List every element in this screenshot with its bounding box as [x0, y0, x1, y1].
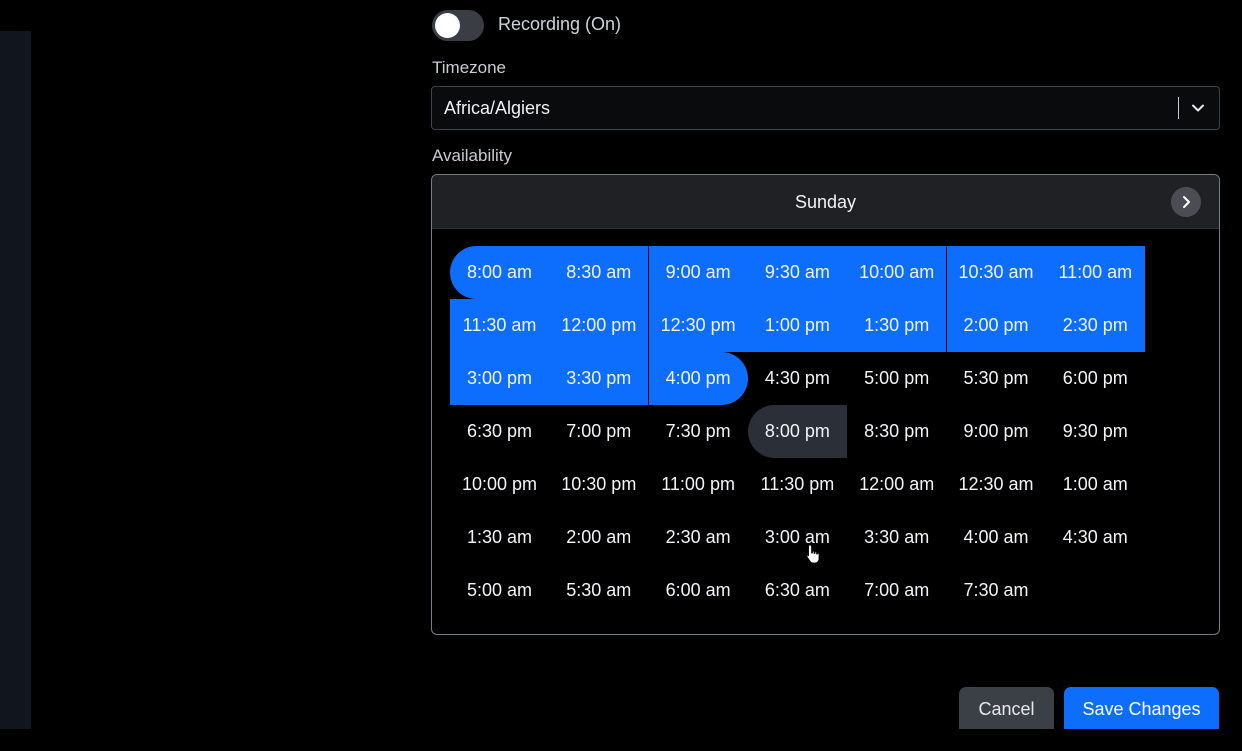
time-slot[interactable]: 6:30 am	[748, 564, 847, 617]
time-slot[interactable]: 7:00 am	[847, 564, 946, 617]
time-slot[interactable]: 5:30 am	[549, 564, 648, 617]
time-slot[interactable]: 7:30 pm	[649, 405, 748, 458]
time-slot[interactable]: 7:30 am	[947, 564, 1046, 617]
time-slot[interactable]: 9:30 pm	[1046, 405, 1145, 458]
time-slot[interactable]: 4:30 am	[1046, 511, 1145, 564]
select-separator	[1178, 97, 1179, 119]
time-slot[interactable]: 2:30 am	[649, 511, 748, 564]
timezone-label: Timezone	[432, 58, 507, 77]
availability-label: Availability	[432, 146, 513, 165]
recording-toggle-label: Recording (On)	[498, 14, 622, 34]
time-slot[interactable]: 2:30 pm	[1045, 299, 1145, 352]
time-slot[interactable]: 8:30 am	[549, 246, 649, 299]
next-day-button[interactable]	[1171, 187, 1201, 217]
time-slot[interactable]: 8:30 pm	[847, 405, 946, 458]
time-slot[interactable]: 6:00 am	[649, 564, 748, 617]
recording-toggle[interactable]	[432, 10, 484, 41]
time-slot[interactable]: 10:30 pm	[549, 458, 648, 511]
time-slot[interactable]: 11:30 pm	[748, 458, 847, 511]
time-slot[interactable]: 5:30 pm	[947, 352, 1046, 405]
time-slot[interactable]: 9:30 am	[747, 246, 847, 299]
time-slot[interactable]: 5:00 am	[450, 564, 549, 617]
time-slot[interactable]: 4:00 pm	[648, 352, 748, 405]
time-slot[interactable]: 3:00 pm	[450, 352, 549, 405]
time-slot[interactable]: 11:00 am	[1045, 246, 1145, 299]
save-changes-button[interactable]: Save Changes	[1064, 687, 1219, 729]
time-slot[interactable]: 6:00 pm	[1046, 352, 1145, 405]
time-slot[interactable]: 10:00 am	[847, 246, 947, 299]
timezone-value: Africa/Algiers	[444, 98, 551, 118]
time-slot[interactable]: 10:30 am	[946, 246, 1046, 299]
day-header: Sunday	[432, 175, 1219, 229]
time-slot[interactable]: 12:00 pm	[549, 299, 649, 352]
timezone-select[interactable]: Africa/Algiers	[431, 86, 1220, 130]
chevron-down-icon[interactable]	[1191, 101, 1205, 115]
time-slot[interactable]: 4:00 am	[947, 511, 1046, 564]
time-slot[interactable]: 11:00 pm	[649, 458, 748, 511]
time-slot[interactable]: 12:00 am	[847, 458, 946, 511]
time-slot[interactable]: 9:00 pm	[947, 405, 1046, 458]
time-slot[interactable]: 5:00 pm	[847, 352, 946, 405]
time-slot[interactable]: 12:30 am	[947, 458, 1046, 511]
time-slot[interactable]: 1:30 am	[450, 511, 549, 564]
time-slot[interactable]: 6:30 pm	[450, 405, 549, 458]
time-slot[interactable]: 11:30 am	[450, 299, 549, 352]
time-slot[interactable]: 9:00 am	[648, 246, 748, 299]
time-slot[interactable]: 3:30 pm	[549, 352, 649, 405]
time-slot[interactable]: 4:30 pm	[748, 352, 847, 405]
time-slot[interactable]: 7:00 pm	[549, 405, 648, 458]
time-slot[interactable]: 8:00 am	[450, 246, 549, 299]
left-panel-edge	[0, 31, 31, 729]
time-slot[interactable]: 1:30 pm	[847, 299, 947, 352]
cancel-button[interactable]: Cancel	[959, 687, 1054, 729]
time-slot[interactable]: 3:30 am	[847, 511, 946, 564]
time-slot[interactable]: 3:00 am	[748, 511, 847, 564]
time-slot[interactable]: 10:00 pm	[450, 458, 549, 511]
day-title: Sunday	[794, 192, 857, 212]
time-slot[interactable]: 12:30 pm	[648, 299, 748, 352]
time-slot[interactable]: 1:00 pm	[747, 299, 847, 352]
time-slot[interactable]: 1:00 am	[1046, 458, 1145, 511]
time-slot[interactable]: 2:00 pm	[946, 299, 1046, 352]
availability-panel: Sunday 8:00 am 8:30 am 9:00 am 9:30 am 10:00…	[431, 174, 1220, 635]
time-slot[interactable]: 8:00 pm	[747, 405, 847, 458]
time-slot[interactable]: 2:00 am	[549, 511, 648, 564]
toggle-knob	[435, 13, 460, 38]
